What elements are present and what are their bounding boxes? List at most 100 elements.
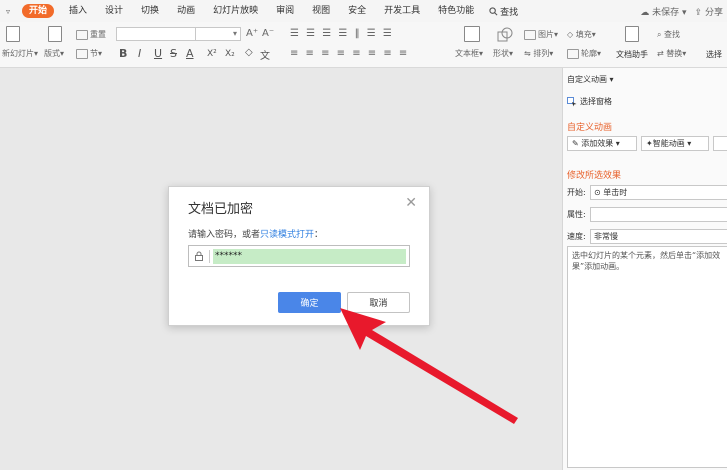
new-slide-button[interactable]: 新幻灯片▾ <box>2 48 38 59</box>
layout-icon[interactable] <box>48 26 62 42</box>
pen-icon: ✎ <box>572 139 579 148</box>
menu-right-group: ☁ 未保存 ▾ ⇪ 分享 <box>640 5 727 18</box>
italic-button[interactable]: I <box>138 47 141 60</box>
effect-list-box[interactable]: 选中幻灯片的某个元素，然后单击“添加效果”添加动画。 <box>567 246 727 468</box>
search-icon <box>489 6 498 15</box>
pane-header-label: 自定义动画 <box>567 75 607 84</box>
arrange-button[interactable]: ⇋ 排列▾ <box>524 48 553 59</box>
font-color-button[interactable]: A <box>186 47 194 60</box>
section-label: 节 <box>90 49 98 58</box>
property-label: 属性: <box>567 210 586 219</box>
align-icons[interactable]: ≡ ≡ ≡ ≡ ≡ ≡ ≡ ≡ <box>290 48 409 59</box>
unsaved-status[interactable]: ☁ 未保存 ▾ <box>640 5 686 18</box>
replace-label: 替换 <box>666 49 683 58</box>
lock-icon <box>195 251 203 261</box>
add-effect-label: 添加效果 <box>581 139 614 148</box>
shape-icon[interactable] <box>497 27 513 43</box>
fill-icon: ◇ <box>567 30 574 39</box>
textbox-icon[interactable] <box>464 26 480 42</box>
tab-slideshow[interactable]: 幻灯片放映 <box>204 0 267 22</box>
picture-label: 图片 <box>538 30 554 39</box>
search-label: 查找 <box>500 7 519 18</box>
find-button[interactable]: ⌕ 查找 <box>657 29 680 40</box>
clear-format-icon[interactable]: ◇ <box>245 47 253 58</box>
replace-button[interactable]: ⇄ 替换▾ <box>657 48 686 59</box>
unsaved-label: 未保存 <box>652 7 680 18</box>
select-pane-icon <box>567 96 577 106</box>
picture-button[interactable]: 图片▾ <box>524 29 558 40</box>
read-only-link[interactable]: 只读模式打开 <box>260 230 314 240</box>
menu-bar: ▿ 开始 插入 设计 切换 动画 幻灯片放映 审阅 视图 安全 开发工具 特色功… <box>0 0 727 22</box>
subscript-button[interactable]: X₂ <box>225 49 235 59</box>
share-icon: ⇪ <box>694 7 703 18</box>
password-input[interactable]: ****** <box>188 245 410 267</box>
mouse-icon: ⊙ <box>594 188 601 197</box>
strikethrough-button[interactable]: S <box>170 47 177 60</box>
tab-transition[interactable]: 切换 <box>132 0 168 22</box>
textbox-button[interactable]: 文本框▾ <box>455 48 483 59</box>
arrange-icon: ⇋ <box>524 49 531 58</box>
find-icon: ⌕ <box>657 30 662 39</box>
ribbon-toolbar: 新幻灯片▾ 版式▾ 重置 节▾ A⁺ A⁻ B I U S A X² X₂ ◇ … <box>0 22 727 68</box>
section-button[interactable]: 节▾ <box>76 48 102 59</box>
start-value: 单击时 <box>603 188 628 197</box>
speed-label: 速度: <box>567 232 586 241</box>
dialog-title: 文档已加密 <box>188 202 254 217</box>
select-pane-button[interactable]: 选择窗格 <box>567 96 612 107</box>
doc-assistant-icon[interactable] <box>625 26 639 42</box>
reset-icon <box>76 29 88 40</box>
textbox-label: 文本框 <box>455 49 479 58</box>
share-button[interactable]: ⇪ 分享 <box>695 5 723 18</box>
cloud-icon: ☁ <box>640 7 650 18</box>
remove-effect-button[interactable] <box>713 136 727 151</box>
add-effect-button[interactable]: ✎ 添加效果 ▾ <box>567 136 637 151</box>
tab-view[interactable]: 视图 <box>303 0 339 22</box>
new-slide-icon[interactable] <box>6 26 20 42</box>
layout-button[interactable]: 版式▾ <box>44 48 64 59</box>
tab-home[interactable]: 开始 <box>22 4 55 18</box>
tab-animation[interactable]: 动画 <box>168 0 204 22</box>
speed-select[interactable]: 非常慢 <box>590 229 727 244</box>
menu-search[interactable]: 查找 <box>483 5 518 18</box>
select-pane-label: 选择窗格 <box>580 97 612 106</box>
find-label: 查找 <box>664 30 681 39</box>
smart-animation-button[interactable]: ✦智能动画 ▾ <box>641 136 709 151</box>
start-select[interactable]: ⊙ 单击时 <box>590 185 727 200</box>
font-size-select[interactable] <box>195 27 241 41</box>
reset-button[interactable]: 重置 <box>76 29 106 40</box>
shrink-font-button[interactable]: A⁻ <box>262 28 274 39</box>
shape-button[interactable]: 形状▾ <box>493 48 513 59</box>
tab-review[interactable]: 审阅 <box>267 0 303 22</box>
bold-button[interactable]: B <box>119 47 127 60</box>
tab-design[interactable]: 设计 <box>96 0 132 22</box>
outline-icon <box>567 48 579 59</box>
picture-icon <box>524 29 536 40</box>
tab-security[interactable]: 安全 <box>339 0 375 22</box>
section-icon <box>76 48 88 59</box>
menu-collapse-icon[interactable]: ▿ <box>0 7 16 16</box>
tab-features[interactable]: 特色功能 <box>429 0 483 22</box>
fill-button[interactable]: ◇ 填充▾ <box>567 29 596 40</box>
shape-label: 形状 <box>493 49 509 58</box>
effect-list-hint: 选中幻灯片的某个元素，然后单击“添加效果”添加动画。 <box>572 251 721 271</box>
outline-button[interactable]: 轮廓▾ <box>567 48 601 59</box>
reset-label: 重置 <box>90 30 106 39</box>
select-button[interactable]: 选择 <box>706 49 722 60</box>
underline-button[interactable]: U <box>154 47 162 60</box>
password-value: ****** <box>213 249 406 264</box>
tab-insert[interactable]: 插入 <box>60 0 96 22</box>
share-label: 分享 <box>704 7 723 18</box>
start-label: 开始: <box>567 188 586 197</box>
tab-developer[interactable]: 开发工具 <box>375 0 429 22</box>
password-separator <box>209 250 210 263</box>
superscript-button[interactable]: X² <box>207 49 217 59</box>
doc-assistant-button[interactable]: 文档助手 <box>616 49 648 60</box>
close-icon[interactable]: ✕ <box>405 195 417 211</box>
bullets-icon[interactable]: ☰ ☰ ☰ ☰ ‖ ☰ ☰ <box>290 28 394 39</box>
property-select[interactable] <box>590 207 727 222</box>
pane-header[interactable]: 自定义动画 ▾ <box>567 74 614 85</box>
grow-font-button[interactable]: A⁺ <box>246 28 258 39</box>
pinyin-icon[interactable]: 文 <box>260 47 270 62</box>
prompt-suffix: ： <box>314 230 324 240</box>
custom-animation-pane: 自定义动画 ▾ 选择窗格 自定义动画 ✎ 添加效果 ▾ ✦智能动画 ▾ 修改所选… <box>562 68 727 470</box>
